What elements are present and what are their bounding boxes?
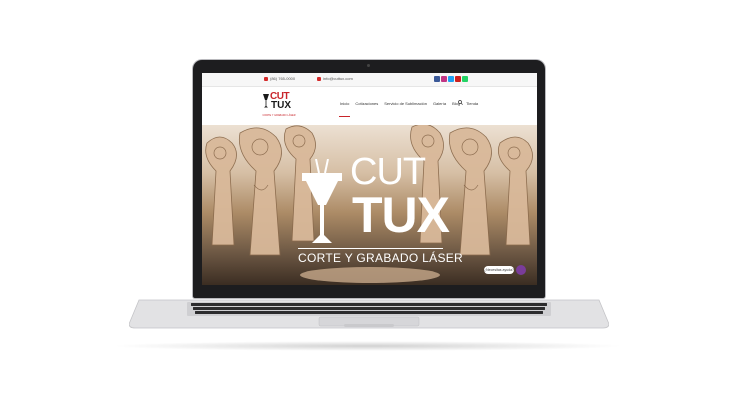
phone-icon [264,76,268,81]
logo-tux: TUX [271,100,291,111]
phone-contact[interactable]: (86) 765-0000 [264,76,295,81]
facebook-icon[interactable] [434,76,440,82]
nav-item-galeria[interactable]: Galería [433,101,446,106]
email-icon [317,76,321,81]
nav-item-sublimacion[interactable]: Servicio de Sublimación [384,101,427,106]
youtube-icon[interactable] [455,76,461,82]
hero-cut-text: CUT [350,151,426,193]
email-address: info@cuttux.com [323,76,353,81]
nav-item-inicio[interactable]: Inicio [338,101,351,117]
laptop-base [129,299,609,329]
whatsapp-icon[interactable] [462,76,468,82]
hero-wine-glass-icon [302,159,342,243]
top-contact-bar: (86) 765-0000 info@cuttux.com [202,73,537,87]
browser-viewport: (86) 765-0000 info@cuttux.com CUT TUX CO… [202,73,537,285]
nav-item-cotizaciones[interactable]: Cotizaciones [355,101,378,106]
chat-icon[interactable] [516,265,526,275]
search-icon[interactable] [458,100,463,105]
hero-tagline: CORTE Y GRABADO LÁSER [298,251,464,265]
instagram-icon[interactable] [441,76,447,82]
wine-glass-icon [263,94,269,108]
camera-icon [367,64,370,67]
hero-divider [298,248,443,249]
nav-item-tienda[interactable]: Tienda [466,101,478,106]
hero-banner: CUT TUX CORTE Y GRABADO LÁSER ¿Necesitas… [202,125,537,285]
laptop-shadow [110,341,625,351]
hero-logo: CUT TUX CORTE Y GRABADO LÁSER [298,151,464,265]
twitter-icon[interactable] [448,76,454,82]
laptop-mockup: (86) 765-0000 info@cuttux.com CUT TUX CO… [0,0,752,406]
site-header: CUT TUX CORTE Y GRABADO LÁSER Inicio Cot… [202,87,537,126]
site-logo[interactable]: CUT TUX CORTE Y GRABADO LÁSER [262,91,296,121]
phone-number: (86) 765-0000 [270,76,296,81]
logo-tagline: CORTE Y GRABADO LÁSER [262,114,296,117]
social-links [434,76,468,82]
email-contact[interactable]: info@cuttux.com [317,76,353,81]
hero-tux-text: TUX [352,187,450,243]
chat-help-label[interactable]: ¿Necesitas ayuda? [484,266,514,274]
